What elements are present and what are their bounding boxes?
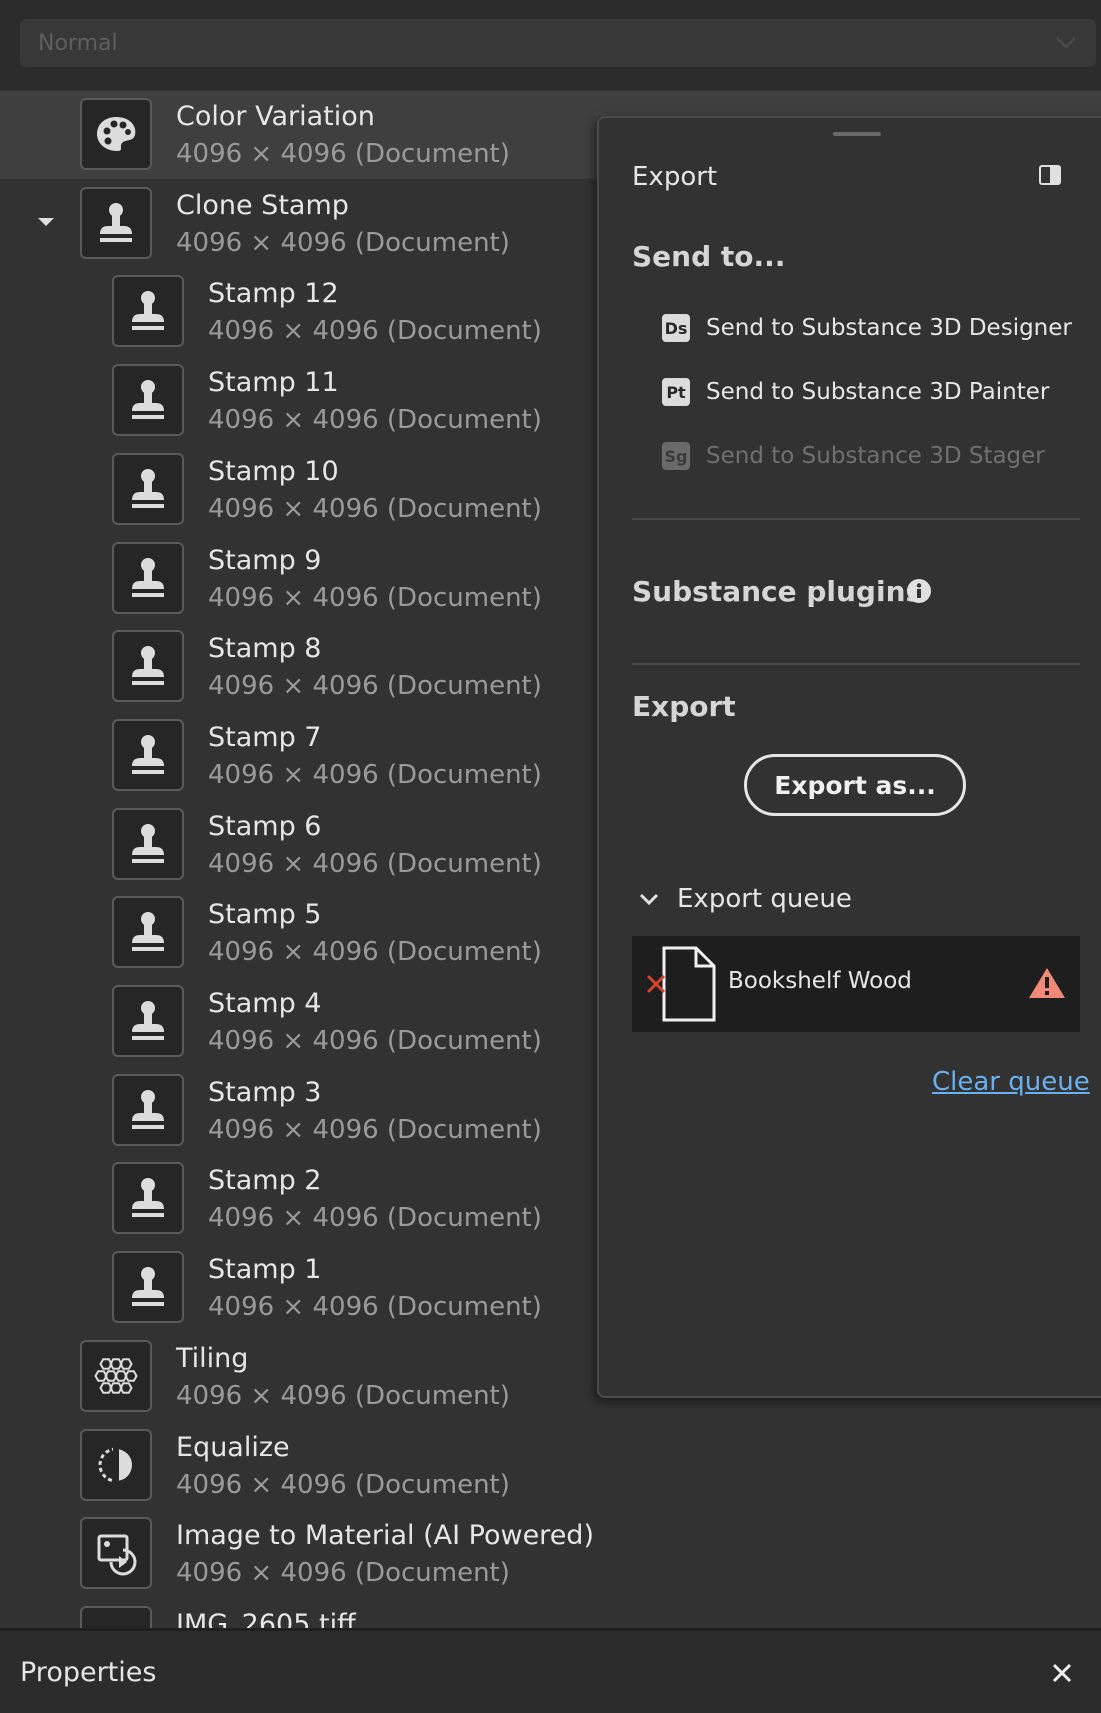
send-to-heading: Send to... bbox=[632, 240, 786, 273]
stamp-icon bbox=[112, 452, 184, 525]
layer-resolution: 4096 × 4096 (Document) bbox=[208, 493, 542, 524]
layer-resolution: 4096 × 4096 (Document) bbox=[176, 139, 510, 169]
stamp-icon bbox=[112, 718, 184, 791]
stager-app-icon: Sg bbox=[662, 442, 690, 470]
equalize-icon bbox=[80, 1428, 152, 1501]
layer-name: Color Variation bbox=[176, 101, 375, 132]
stamp-icon bbox=[112, 985, 184, 1057]
layer-resolution: 4096 × 4096 (Document) bbox=[208, 405, 542, 436]
send-to-painter-label: Send to Substance 3D Painter bbox=[706, 379, 1050, 405]
layer-thumbnail bbox=[80, 1605, 152, 1628]
layer-name: Stamp 6 bbox=[208, 810, 322, 842]
layer-resolution: 4096 × 4096 (Document) bbox=[208, 582, 542, 613]
layer-resolution: 4096 × 4096 (Document) bbox=[176, 1380, 510, 1411]
send-to-painter-button[interactable]: Pt Send to Substance 3D Painter bbox=[662, 375, 1049, 409]
layer-resolution: 4096 × 4096 (Document) bbox=[176, 1469, 510, 1500]
layer-name: IMG_2605.tiff bbox=[176, 1608, 356, 1628]
layer-resolution: 4096 × 4096 (Document) bbox=[176, 227, 510, 258]
layer-resolution: 4096 × 4096 (Document) bbox=[208, 1114, 542, 1145]
divider bbox=[632, 518, 1080, 520]
chevron-down-icon bbox=[1056, 37, 1076, 49]
properties-title: Properties bbox=[20, 1657, 157, 1688]
layer-name: Stamp 1 bbox=[208, 1254, 322, 1286]
layer-name: Tiling bbox=[176, 1342, 249, 1374]
layer-name: Equalize bbox=[176, 1431, 290, 1463]
layer-name: Stamp 4 bbox=[208, 988, 322, 1019]
layer-name: Stamp 3 bbox=[208, 1076, 322, 1108]
layer-resolution: 4096 × 4096 (Document) bbox=[208, 316, 542, 347]
close-icon[interactable] bbox=[1050, 1661, 1074, 1685]
stamp-icon bbox=[112, 1251, 184, 1324]
layer-name: Stamp 8 bbox=[208, 633, 322, 665]
layer-options-bar: Normal bbox=[0, 0, 1101, 90]
failed-file-icon bbox=[646, 946, 716, 1022]
tiling-icon bbox=[80, 1339, 152, 1412]
layer-name: Stamp 2 bbox=[208, 1165, 322, 1197]
stamp-icon bbox=[112, 896, 184, 969]
properties-panel-header: Properties bbox=[0, 1628, 1101, 1713]
layer-name: Stamp 5 bbox=[208, 899, 322, 931]
designer-app-icon: Ds bbox=[662, 314, 690, 342]
dock-panel-icon[interactable] bbox=[1039, 165, 1061, 185]
clear-queue-link[interactable]: Clear queue bbox=[932, 1067, 1090, 1097]
stamp-icon bbox=[80, 186, 152, 259]
send-to-stager-button: Sg Send to Substance 3D Stager bbox=[662, 439, 1045, 473]
export-queue-label: Export queue bbox=[677, 884, 852, 914]
layer-name: Stamp 10 bbox=[208, 455, 339, 487]
stamp-icon bbox=[112, 1073, 184, 1146]
send-to-designer-button[interactable]: Ds Send to Substance 3D Designer bbox=[662, 311, 1072, 345]
painter-app-icon: Pt bbox=[662, 378, 690, 406]
layer-resolution: 4096 × 4096 (Document) bbox=[208, 671, 542, 702]
stamp-icon bbox=[112, 1162, 184, 1235]
layer-resolution: 4096 × 4096 (Document) bbox=[208, 1026, 542, 1056]
stamp-icon bbox=[112, 630, 184, 703]
export-queue-toggle[interactable]: Export queue bbox=[637, 882, 852, 916]
layer-row[interactable]: IMG_2605.tiff bbox=[0, 1599, 1101, 1628]
export-queue-item[interactable]: Bookshelf Wood bbox=[632, 936, 1080, 1032]
layer-row[interactable]: Equalize 4096 × 4096 (Document) bbox=[0, 1422, 1101, 1510]
blend-mode-dropdown[interactable]: Normal bbox=[20, 19, 1096, 67]
chevron-down-icon bbox=[639, 893, 659, 906]
layer-resolution: 4096 × 4096 (Document) bbox=[208, 1292, 542, 1323]
disclosure-triangle-icon[interactable] bbox=[36, 212, 56, 232]
stamp-icon bbox=[112, 807, 184, 880]
app-root: Normal Color Variation 4096 × 4096 (Docum… bbox=[0, 0, 1101, 1713]
layer-name: Stamp 7 bbox=[208, 721, 322, 753]
divider bbox=[632, 663, 1080, 665]
substance-plugins-heading: Substance plugins bbox=[632, 575, 923, 608]
stamp-icon bbox=[112, 275, 184, 348]
export-queue-item-name: Bookshelf Wood bbox=[728, 968, 912, 994]
image-to-material-icon bbox=[80, 1517, 152, 1590]
layer-resolution: 4096 × 4096 (Document) bbox=[208, 759, 542, 790]
export-heading: Export bbox=[632, 690, 736, 723]
warning-icon bbox=[1029, 968, 1065, 998]
blend-mode-value: Normal bbox=[38, 31, 118, 56]
export-panel-title: Export bbox=[632, 162, 718, 192]
panel-drag-handle[interactable] bbox=[833, 132, 881, 136]
stamp-icon bbox=[112, 541, 184, 614]
send-to-stager-label: Send to Substance 3D Stager bbox=[706, 443, 1045, 469]
export-as-button[interactable]: Export as... bbox=[744, 754, 966, 816]
stamp-icon bbox=[112, 364, 184, 437]
layer-name: Stamp 9 bbox=[208, 544, 322, 576]
info-icon[interactable] bbox=[906, 578, 932, 604]
layer-name: Image to Material (AI Powered) bbox=[176, 1520, 594, 1552]
send-to-designer-label: Send to Substance 3D Designer bbox=[706, 315, 1072, 341]
export-panel: Export Send to... Ds Send to Substance 3… bbox=[597, 116, 1101, 1398]
layer-resolution: 4096 × 4096 (Document) bbox=[208, 848, 542, 879]
layer-resolution: 4096 × 4096 (Document) bbox=[208, 937, 542, 968]
layer-resolution: 4096 × 4096 (Document) bbox=[176, 1558, 510, 1589]
layer-resolution: 4096 × 4096 (Document) bbox=[208, 1203, 542, 1234]
layer-row[interactable]: Image to Material (AI Powered) 4096 × 409… bbox=[0, 1510, 1101, 1598]
palette-icon bbox=[80, 98, 152, 170]
layer-name: Stamp 11 bbox=[208, 367, 339, 399]
layer-name: Clone Stamp bbox=[176, 189, 349, 221]
layer-name: Stamp 12 bbox=[208, 278, 339, 310]
